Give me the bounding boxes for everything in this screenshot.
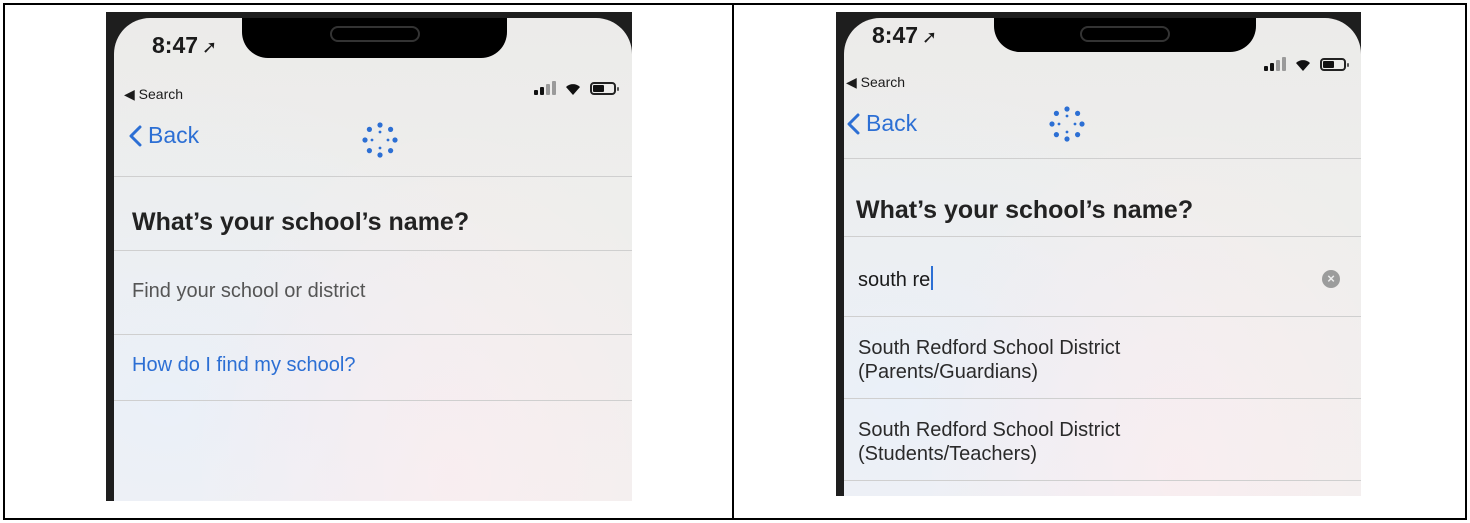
nav-divider <box>114 176 632 177</box>
divider <box>114 334 632 335</box>
status-icons <box>1264 56 1349 72</box>
signal-icon <box>534 81 556 95</box>
search-result-item[interactable]: South Redford School District (Students/… <box>858 418 1120 466</box>
phone-photo-left: 8:47 ➚ ◀ Search Back What’s your school’… <box>106 12 632 501</box>
battery-icon <box>590 81 619 95</box>
phone-photo-right: 8:47 ➚ ◀ Search Back What’s your school’… <box>836 12 1361 496</box>
chevron-left-icon <box>847 113 860 134</box>
wifi-icon <box>563 80 583 96</box>
divider <box>844 398 1361 399</box>
page-title: What’s your school’s name? <box>132 208 470 236</box>
divider <box>114 400 632 401</box>
result-title: South Redford School District <box>858 419 1121 441</box>
phone-screen-right: 8:47 ➚ ◀ Search Back What’s your school’… <box>844 18 1361 496</box>
notch <box>994 18 1256 52</box>
nav-divider <box>844 158 1361 159</box>
status-icons <box>534 80 619 96</box>
canvas-logo-icon <box>362 122 398 158</box>
wifi-icon <box>1293 56 1313 72</box>
how-to-find-school-link[interactable]: How do I find my school? <box>132 354 355 377</box>
text-caret <box>931 266 934 290</box>
back-label: Back <box>148 122 200 148</box>
signal-icon <box>1264 57 1286 71</box>
back-to-app-link[interactable]: ◀ Search <box>846 74 905 91</box>
chevron-left-icon <box>129 125 142 146</box>
divider <box>844 316 1361 317</box>
page-title: What’s your school’s name? <box>856 196 1194 224</box>
search-input[interactable]: south re <box>858 266 934 292</box>
result-title: South Redford School District <box>858 337 1121 359</box>
clear-search-icon[interactable]: × <box>1322 270 1340 288</box>
back-label: Back <box>866 110 918 136</box>
back-button[interactable]: Back <box>128 122 199 149</box>
back-button[interactable]: Back <box>846 110 917 137</box>
search-result-item[interactable]: South Redford School District (Parents/G… <box>858 336 1120 384</box>
search-input[interactable]: Find your school or district <box>132 280 365 303</box>
cell-divider <box>732 3 734 520</box>
status-time: 8:47 ➚ <box>152 32 218 58</box>
location-arrow-icon: ➚ <box>922 27 938 47</box>
battery-icon <box>1320 57 1349 71</box>
divider <box>844 236 1361 237</box>
speaker-grille <box>1080 26 1170 42</box>
status-time: 8:47 ➚ <box>872 22 938 48</box>
notch <box>242 18 507 58</box>
location-arrow-icon: ➚ <box>202 37 218 57</box>
back-to-app-link[interactable]: ◀ Search <box>124 86 183 103</box>
divider <box>844 480 1361 481</box>
search-input-value: south re <box>858 269 931 291</box>
phone-screen-left: 8:47 ➚ ◀ Search Back What’s your school’… <box>114 18 632 501</box>
result-subtitle: (Students/Teachers) <box>858 443 1037 465</box>
speaker-grille <box>329 26 420 42</box>
result-subtitle: (Parents/Guardians) <box>858 361 1039 383</box>
divider <box>114 250 632 251</box>
canvas-logo-icon <box>1049 106 1085 142</box>
